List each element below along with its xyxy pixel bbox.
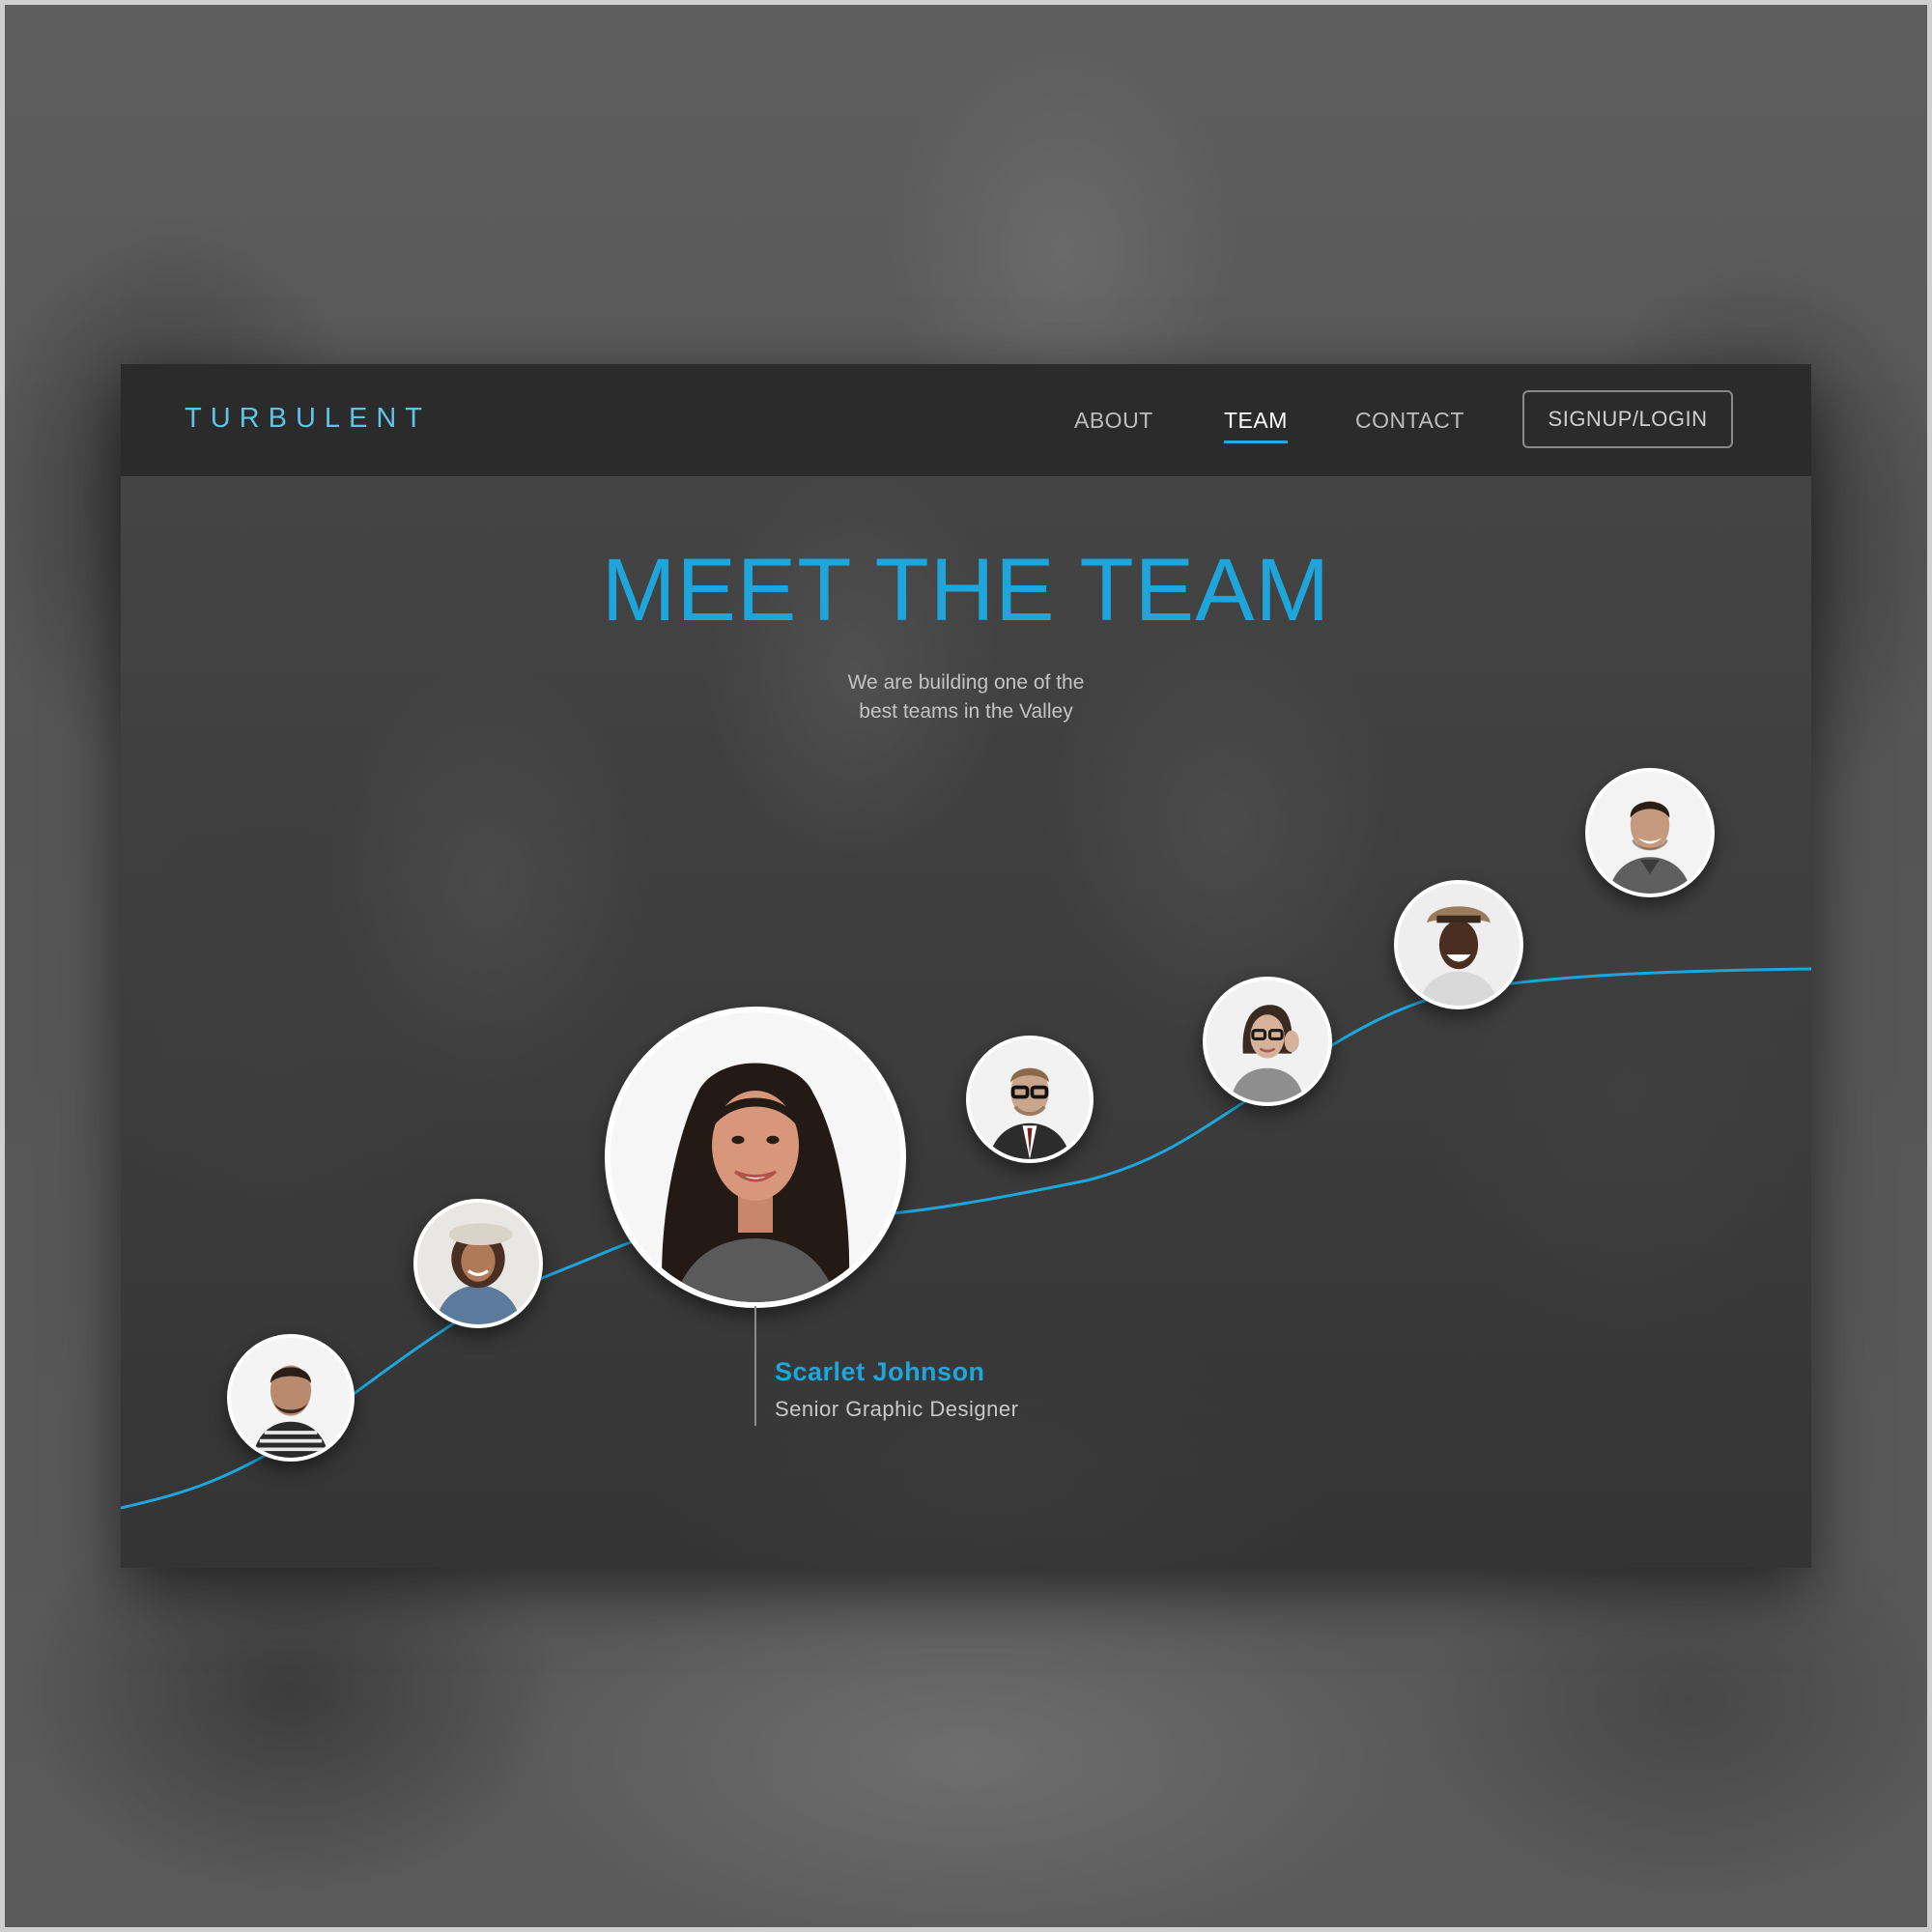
person-photo-icon — [970, 1039, 1090, 1159]
person-photo-icon — [611, 1012, 900, 1302]
team-member-avatar-4[interactable] — [966, 1036, 1094, 1163]
team-member-avatar-6[interactable] — [1394, 880, 1523, 1009]
person-photo-icon — [231, 1338, 351, 1458]
featured-member-connector — [754, 1306, 756, 1426]
person-photo-icon — [1398, 884, 1520, 1006]
team-timeline-curve — [121, 967, 1811, 1510]
featured-member-role: Senior Graphic Designer — [775, 1397, 1019, 1421]
website-mockup: TURBULENT ABOUT TEAM CONTACT SIGNUP/LOGI… — [121, 364, 1811, 1568]
featured-member-name: Scarlet Johnson — [775, 1357, 985, 1386]
team-member-avatar-7[interactable] — [1585, 768, 1715, 897]
person-photo-icon — [1589, 772, 1711, 894]
team-member-avatar-1[interactable] — [227, 1334, 355, 1462]
team-member-avatar-2[interactable] — [413, 1199, 543, 1328]
featured-member-avatar[interactable] — [605, 1007, 906, 1308]
person-photo-icon — [1207, 980, 1328, 1102]
team-member-avatar-5[interactable] — [1203, 977, 1332, 1106]
person-photo-icon — [417, 1203, 539, 1324]
